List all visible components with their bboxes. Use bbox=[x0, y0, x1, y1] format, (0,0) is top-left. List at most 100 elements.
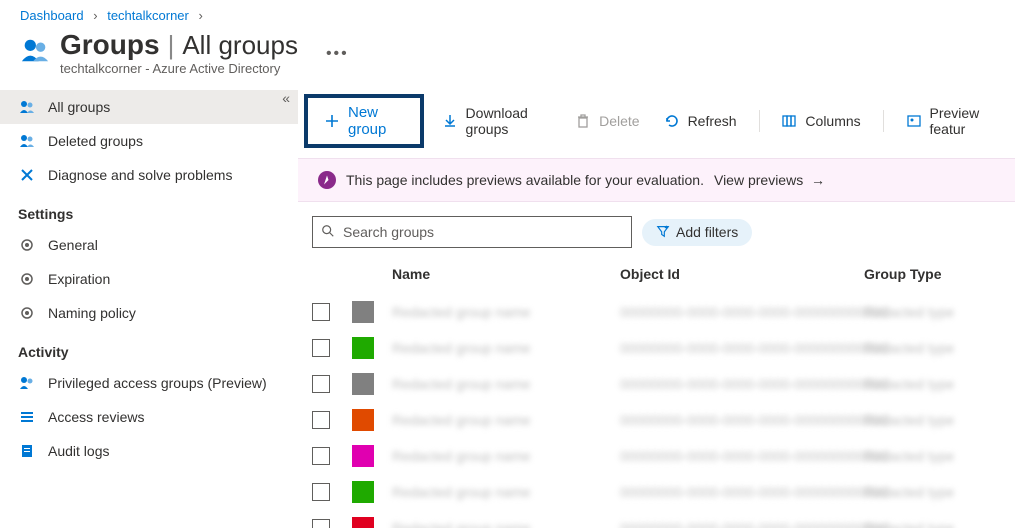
download-icon bbox=[442, 113, 458, 129]
command-bar: New group Download groups Delete Refresh… bbox=[298, 90, 1015, 158]
col-header-object-id[interactable]: Object Id bbox=[620, 266, 864, 282]
group-avatar bbox=[352, 517, 374, 528]
cell-group-type: Redacted type bbox=[864, 520, 954, 528]
sidebar-item-expiration[interactable]: Expiration bbox=[0, 262, 298, 296]
title-separator: | bbox=[168, 30, 175, 61]
collapse-sidebar-icon[interactable]: « bbox=[282, 90, 290, 106]
cell-object-id: 00000000-0000-0000-0000-000000000000 bbox=[620, 376, 888, 392]
sidebar-item-access-reviews[interactable]: Access reviews bbox=[0, 400, 298, 434]
preview-info-bar: This page includes previews available fo… bbox=[298, 158, 1015, 202]
delete-button: Delete bbox=[569, 107, 645, 135]
button-label: New group bbox=[348, 104, 404, 138]
cell-group-type: Redacted type bbox=[864, 484, 954, 500]
columns-button[interactable]: Columns bbox=[775, 107, 866, 135]
cell-group-type: Redacted type bbox=[864, 376, 954, 392]
gear-icon bbox=[18, 270, 36, 288]
col-header-group-type[interactable]: Group Type bbox=[864, 266, 1001, 282]
table-row[interactable]: Redacted group name 00000000-0000-0000-00… bbox=[312, 510, 1001, 528]
cell-name: Redacted group name bbox=[392, 376, 531, 392]
table-header: Name Object Id Group Type bbox=[312, 256, 1001, 294]
sidebar-item-all-groups[interactable]: All groups bbox=[0, 90, 298, 124]
groups-icon bbox=[18, 132, 36, 150]
col-header-name[interactable]: Name bbox=[384, 266, 620, 282]
group-avatar bbox=[352, 409, 374, 431]
trash-icon bbox=[575, 113, 591, 129]
row-checkbox[interactable] bbox=[312, 303, 330, 321]
sidebar-item-diagnose[interactable]: Diagnose and solve problems bbox=[0, 158, 298, 192]
sidebar-item-naming-policy[interactable]: Naming policy bbox=[0, 296, 298, 330]
new-group-button[interactable]: New group bbox=[304, 94, 424, 148]
row-checkbox[interactable] bbox=[312, 519, 330, 528]
row-checkbox[interactable] bbox=[312, 447, 330, 465]
sidebar-item-label: Access reviews bbox=[48, 409, 144, 425]
breadcrumb-tenant[interactable]: techtalkcorner bbox=[107, 8, 189, 23]
button-label: Add filters bbox=[676, 224, 738, 240]
cell-name: Redacted group name bbox=[392, 340, 531, 356]
gear-icon bbox=[18, 304, 36, 322]
columns-icon bbox=[781, 113, 797, 129]
cell-name: Redacted group name bbox=[392, 304, 531, 320]
page-header: Groups | All groups techtalkcorner - Azu… bbox=[0, 27, 1015, 86]
table-row[interactable]: Redacted group name 00000000-0000-0000-00… bbox=[312, 330, 1001, 366]
search-groups-input[interactable] bbox=[343, 224, 623, 240]
download-groups-button[interactable]: Download groups bbox=[436, 99, 558, 143]
cell-group-type: Redacted type bbox=[864, 340, 954, 356]
refresh-button[interactable]: Refresh bbox=[658, 107, 743, 135]
view-previews-link[interactable]: View previews → bbox=[714, 172, 825, 188]
cell-object-id: 00000000-0000-0000-0000-000000000000 bbox=[620, 340, 888, 356]
groups-icon bbox=[20, 35, 50, 65]
sidebar-item-label: Privileged access groups (Preview) bbox=[48, 375, 267, 391]
add-filters-button[interactable]: Add filters bbox=[642, 219, 752, 246]
sidebar-item-general[interactable]: General bbox=[0, 228, 298, 262]
group-avatar bbox=[352, 337, 374, 359]
cell-group-type: Redacted type bbox=[864, 412, 954, 428]
sidebar-item-deleted-groups[interactable]: Deleted groups bbox=[0, 124, 298, 158]
document-icon bbox=[18, 442, 36, 460]
table-row[interactable]: Redacted group name00000000-0000-0000-00… bbox=[312, 402, 1001, 438]
table-row[interactable]: Redacted group name00000000-0000-0000-00… bbox=[312, 438, 1001, 474]
sidebar: « All groups Deleted groups Diagnose and… bbox=[0, 86, 298, 528]
breadcrumb-dashboard[interactable]: Dashboard bbox=[20, 8, 84, 23]
cell-name: Redacted group name bbox=[392, 484, 531, 500]
groups-icon bbox=[18, 374, 36, 392]
cell-object-id: 00000000-0000-0000-0000-000000000000 bbox=[620, 520, 888, 528]
plus-icon bbox=[324, 113, 340, 129]
sidebar-item-privileged-access[interactable]: Privileged access groups (Preview) bbox=[0, 366, 298, 400]
cell-group-type: Redacted type bbox=[864, 448, 954, 464]
sidebar-item-label: All groups bbox=[48, 99, 110, 115]
preview-icon bbox=[906, 113, 922, 129]
cell-object-id: 00000000-0000-0000-0000-000000000000 bbox=[620, 484, 888, 500]
sidebar-heading-settings: Settings bbox=[0, 192, 298, 228]
groups-table: Name Object Id Group Type Redacted group… bbox=[298, 256, 1015, 528]
breadcrumb: Dashboard › techtalkcorner › bbox=[0, 0, 1015, 27]
groups-icon bbox=[18, 98, 36, 116]
page-subtitle: All groups bbox=[182, 30, 298, 61]
cell-name: Redacted group name bbox=[392, 412, 531, 428]
button-label: Preview featur bbox=[930, 105, 1000, 137]
table-row[interactable]: Redacted group name 00000000-0000-0000-00… bbox=[312, 366, 1001, 402]
preview-text: This page includes previews available fo… bbox=[346, 172, 704, 188]
refresh-icon bbox=[664, 113, 680, 129]
gear-icon bbox=[18, 236, 36, 254]
table-row[interactable]: Redacted group name 00000000-0000-0000-00… bbox=[312, 474, 1001, 510]
button-label: Refresh bbox=[688, 113, 737, 129]
cell-name: Redacted group name bbox=[392, 520, 531, 528]
row-checkbox[interactable] bbox=[312, 375, 330, 393]
sidebar-item-label: Diagnose and solve problems bbox=[48, 167, 232, 183]
main-content: New group Download groups Delete Refresh… bbox=[298, 86, 1015, 528]
preview-features-button[interactable]: Preview featur bbox=[900, 99, 1006, 143]
button-label: Download groups bbox=[466, 105, 552, 137]
row-checkbox[interactable] bbox=[312, 483, 330, 501]
search-groups-input-wrapper bbox=[312, 216, 632, 248]
row-checkbox[interactable] bbox=[312, 339, 330, 357]
wrench-icon bbox=[18, 166, 36, 184]
search-row: Add filters bbox=[298, 202, 1015, 256]
more-icon[interactable]: ••• bbox=[326, 45, 349, 63]
list-icon bbox=[18, 408, 36, 426]
table-row[interactable]: Redacted group name00000000-0000-0000-00… bbox=[312, 294, 1001, 330]
sidebar-item-audit-logs[interactable]: Audit logs bbox=[0, 434, 298, 468]
page-title: Groups bbox=[60, 29, 160, 61]
sidebar-heading-activity: Activity bbox=[0, 330, 298, 366]
row-checkbox[interactable] bbox=[312, 411, 330, 429]
arrow-right-icon: → bbox=[811, 172, 825, 188]
